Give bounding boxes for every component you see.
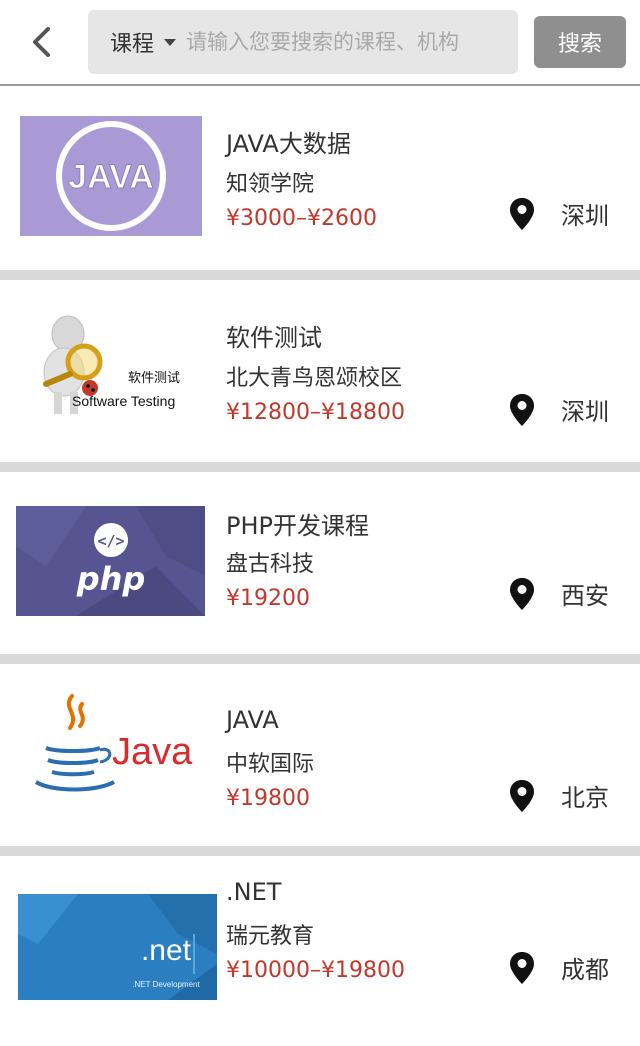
thumb-text: .net (141, 934, 192, 967)
course-title: PHP开发课程 (226, 512, 369, 540)
course-org: 中软国际 (226, 752, 315, 777)
course-title: 软件测试 (226, 324, 322, 352)
course-city: 北京 (561, 784, 609, 812)
thumb-text: JAVA (68, 158, 154, 196)
course-title: JAVA (226, 706, 279, 734)
card-separator (0, 846, 640, 856)
course-city: 西安 (561, 582, 609, 610)
course-card[interactable]: .net .NET Development .NET 瑞元教育 ¥10000–¥… (0, 856, 640, 1038)
course-card[interactable]: 软件测试 Software Testing 软件测试 北大青鸟恩颂校区 ¥128… (0, 280, 640, 462)
course-location: 成都 (508, 950, 609, 985)
course-location: 深圳 (508, 196, 609, 231)
course-price: ¥19800 (226, 786, 310, 811)
course-city: 深圳 (561, 398, 609, 426)
code-brackets-icon: </> php (16, 506, 205, 616)
chevron-left-icon (33, 27, 50, 57)
course-org: 盘古科技 (226, 552, 315, 577)
course-price: ¥12800–¥18800 (226, 400, 405, 425)
location-pin-icon (510, 951, 534, 984)
card-separator (0, 654, 640, 664)
course-price: ¥10000–¥19800 (226, 958, 405, 983)
course-price: ¥19200 (226, 586, 310, 611)
course-org: 瑞元教育 (226, 924, 315, 949)
course-list: JAVA JAVA大数据 知领学院 ¥3000–¥2600 深圳 软件测试 So… (0, 88, 640, 1038)
java-cup-logo-icon: Java (34, 694, 193, 792)
location-pin-icon (510, 393, 534, 426)
thumb-subtext: .NET Development (132, 980, 200, 989)
back-button[interactable] (22, 22, 62, 62)
course-location: 西安 (508, 576, 609, 611)
course-thumbnail: </> php (16, 506, 205, 616)
course-title: .NET (226, 878, 282, 906)
caret-down-icon (164, 38, 177, 46)
magnifier-figure-icon: 软件测试 Software Testing (43, 315, 180, 414)
location-pin-icon (510, 779, 534, 812)
course-card[interactable]: Java JAVA 中软国际 ¥19800 北京 (0, 664, 640, 846)
course-thumbnail: .net .NET Development (18, 894, 217, 1000)
course-price: ¥3000–¥2600 (226, 206, 377, 231)
location-pin-icon (510, 197, 534, 230)
thumb-text: Java (112, 731, 193, 773)
course-city: 深圳 (561, 202, 609, 230)
course-thumbnail: Java (20, 690, 202, 816)
course-location: 深圳 (508, 392, 609, 427)
card-separator (0, 462, 640, 472)
course-org: 知领学院 (226, 172, 315, 197)
course-thumbnail: JAVA (20, 116, 202, 236)
course-location: 北京 (508, 778, 609, 813)
thumb-caption-cn: 软件测试 (128, 371, 180, 386)
course-card[interactable]: JAVA JAVA大数据 知领学院 ¥3000–¥2600 深圳 (0, 88, 640, 270)
course-thumbnail: 软件测试 Software Testing (20, 306, 202, 432)
search-box: 课程 (88, 10, 518, 74)
course-org: 北大青鸟恩颂校区 (226, 366, 403, 391)
dotnet-logo-icon: .net .NET Development (18, 894, 217, 1000)
location-pin-icon (510, 577, 534, 610)
course-title: JAVA大数据 (226, 130, 351, 158)
thumb-text: php (76, 560, 146, 598)
course-city: 成都 (561, 956, 609, 984)
category-dropdown[interactable]: 课程 (88, 10, 186, 74)
card-separator (0, 270, 640, 280)
java-circle-logo-icon: JAVA (56, 121, 166, 231)
search-input[interactable] (186, 10, 518, 74)
svg-text:</>: </> (97, 532, 124, 550)
top-bar: 课程 搜索 (0, 0, 640, 86)
thumb-caption-en: Software Testing (72, 393, 175, 409)
course-card[interactable]: </> php PHP开发课程 盘古科技 ¥19200 西安 (0, 472, 640, 654)
category-label: 课程 (110, 32, 155, 57)
search-button[interactable]: 搜索 (534, 16, 626, 68)
